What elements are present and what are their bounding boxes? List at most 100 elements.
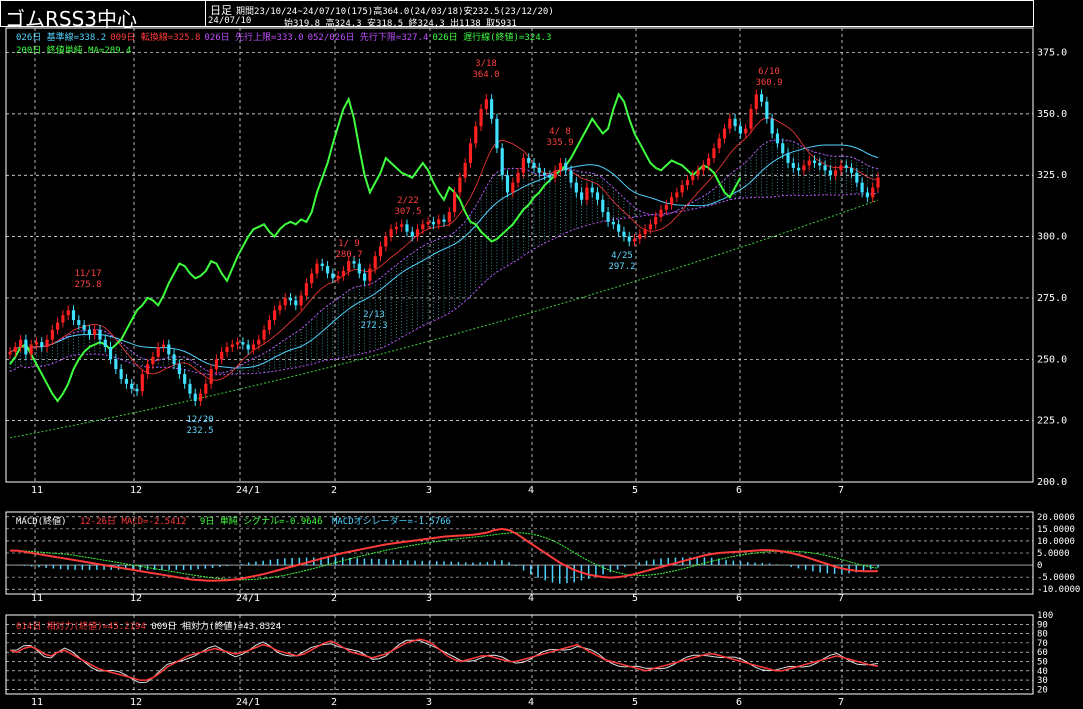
x-tick-label: 5 [632, 593, 638, 604]
candle-body [29, 344, 33, 355]
x-tick-label: 24/1 [236, 485, 260, 496]
x-tick-label: 12 [130, 697, 142, 708]
candle-body [839, 165, 843, 171]
candle-body [13, 347, 17, 352]
candle-body [378, 246, 383, 257]
candle-body [606, 212, 610, 222]
candle-body [61, 315, 65, 323]
x-tick-label: 12 [130, 485, 142, 496]
candle-body [421, 224, 425, 230]
annotation-date: 2/22 [397, 196, 419, 206]
candle-body [426, 221, 430, 225]
annotation-value: 232.5 [186, 426, 213, 436]
x-tick-label: 3 [426, 697, 432, 708]
x-tick-label: 2 [331, 593, 337, 604]
candle-body [542, 172, 547, 176]
x-tick-label: 5 [632, 697, 638, 708]
candle-body [701, 165, 705, 171]
candle-body [622, 231, 626, 237]
candle-body [812, 160, 817, 163]
candle-body [770, 118, 774, 134]
candle-body [140, 374, 144, 392]
chikou-line [9, 92, 742, 403]
candle-body [643, 229, 647, 235]
candle-body [849, 167, 854, 173]
candle-body [294, 300, 298, 306]
candle-body [490, 99, 494, 119]
candle-body [675, 192, 679, 198]
candle-body [431, 221, 436, 225]
candle-body [50, 329, 54, 340]
candle-body [40, 342, 44, 348]
y-tick-label: 325.0 [1037, 170, 1067, 181]
candle-body [114, 359, 118, 370]
rsi14-line [9, 638, 879, 681]
candle-body [564, 162, 568, 171]
candle-body [278, 305, 282, 311]
candle-body [209, 369, 213, 384]
candle-body [167, 344, 171, 355]
macd-signal-line [10, 532, 879, 581]
candle-body [156, 347, 160, 357]
candle-body [87, 329, 91, 335]
x-tick-label: 3 [426, 593, 432, 604]
x-tick-label: 5 [632, 485, 638, 496]
candle-body [722, 128, 727, 139]
candle-body [871, 187, 875, 198]
candle-body [273, 310, 277, 321]
annotation-date: 4/ 8 [549, 127, 571, 137]
candle-body [685, 180, 690, 186]
candle-body [759, 94, 764, 102]
candle-body [569, 170, 573, 183]
candle-body [754, 94, 758, 109]
panel-frame [5, 27, 1034, 483]
candle-body [627, 236, 631, 242]
candle-body [511, 182, 515, 193]
candle-body [463, 162, 467, 178]
x-tick-label: 24/1 [236, 593, 260, 604]
candle-body [230, 344, 234, 348]
annotation-value: 280.7 [335, 250, 362, 260]
candle-body [860, 182, 864, 193]
macd-y-tick-label: 0 [1037, 561, 1042, 571]
candle-body [98, 329, 102, 340]
candle-body [532, 162, 536, 168]
candle-body [267, 320, 271, 330]
candle-body [855, 172, 859, 183]
annotation-date: 2/13 [363, 310, 385, 320]
candle-body [363, 273, 367, 281]
candle-body [580, 192, 584, 200]
macd-y-tick-label: 10.0000 [1037, 537, 1075, 547]
candle-body [834, 170, 838, 176]
candle-body [384, 236, 388, 247]
annotation-value: 307.5 [394, 207, 421, 217]
annotation-date: 1/ 9 [338, 239, 360, 249]
candle-body [691, 175, 695, 181]
candle-body [119, 369, 123, 379]
candle-body [71, 310, 76, 321]
candle-body [310, 273, 314, 284]
candle-body [844, 165, 848, 168]
candle-body [373, 256, 377, 269]
candle-body [204, 383, 208, 394]
candle-body [8, 351, 12, 355]
candle-body [108, 347, 113, 360]
candle-body [442, 219, 446, 222]
y-tick-label: 275.0 [1037, 293, 1067, 304]
candle-body [437, 219, 441, 225]
candle-body [558, 162, 563, 171]
ma200-line [9, 199, 879, 439]
y-tick-label: 225.0 [1037, 416, 1067, 427]
candle-body [521, 158, 525, 173]
candle-body [654, 216, 658, 225]
candle-body [458, 177, 462, 193]
macd-line [10, 527, 879, 582]
candle-body [468, 143, 473, 163]
candle-body [183, 374, 187, 384]
candle-body [611, 221, 615, 225]
candle-body [188, 383, 192, 394]
x-tick-label: 4 [528, 697, 534, 708]
annotation-value: 364.0 [472, 70, 499, 80]
candle-body [738, 126, 742, 134]
candle-body [56, 322, 60, 330]
